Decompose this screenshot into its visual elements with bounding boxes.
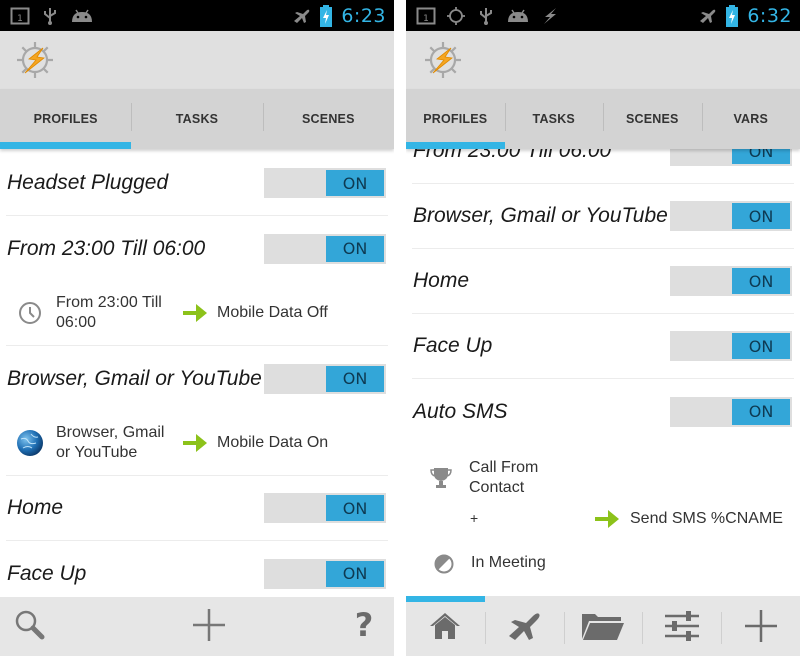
context-plus: + xyxy=(470,510,479,526)
profile-row-home[interactable]: Home ON xyxy=(412,249,794,314)
arrow-right-icon xyxy=(182,432,208,454)
arrow-right-icon xyxy=(594,508,620,530)
profile-row-auto-sms[interactable]: Auto SMS ON xyxy=(412,379,794,444)
nav-variables-button[interactable] xyxy=(642,596,721,656)
tab-scenes[interactable]: SCENES xyxy=(603,89,702,149)
tasker-icon[interactable] xyxy=(422,39,464,81)
profile-toggle[interactable]: ON xyxy=(264,233,386,264)
battery-charging-icon xyxy=(725,5,739,27)
profile-toggle[interactable]: ON xyxy=(264,168,386,198)
battery-charging-icon xyxy=(319,5,333,27)
nav-airplane-button[interactable] xyxy=(484,596,564,656)
phone-screen-right: 6:32 PROFILES TASKS SCENES VARS From 23:… xyxy=(406,0,800,656)
profile-row-time[interactable]: From 23:00 Till 06:00 ON xyxy=(6,216,388,281)
context-label[interactable]: Call From Contact xyxy=(469,458,579,498)
globe-app-icon xyxy=(17,430,43,456)
profile-detail-time[interactable]: From 23:00 Till 06:00 Mobile Data Off xyxy=(6,281,388,346)
profile-name: Browser, Gmail or YouTube xyxy=(413,204,668,227)
search-icon xyxy=(15,610,45,640)
context-label[interactable]: In Meeting xyxy=(471,554,546,572)
task-label[interactable]: Mobile Data On xyxy=(217,434,328,452)
profile-toggle[interactable]: ON xyxy=(670,266,792,296)
home-icon xyxy=(430,613,461,639)
arrow-right-icon xyxy=(182,302,208,324)
tab-tasks[interactable]: TASKS xyxy=(131,89,262,149)
tab-profiles[interactable]: PROFILES xyxy=(406,89,505,149)
profile-name: Face Up xyxy=(413,334,493,357)
profile-row-browser[interactable]: Browser, Gmail or YouTube ON xyxy=(6,346,388,411)
profile-toggle[interactable]: ON xyxy=(670,201,792,231)
status-time: 6:23 xyxy=(341,4,386,27)
help-icon: ? xyxy=(354,606,374,644)
action-bar xyxy=(0,31,394,89)
context-label[interactable]: Browser, Gmail or YouTube xyxy=(56,423,178,463)
plus-icon xyxy=(744,610,777,642)
half-circle-icon xyxy=(434,554,454,574)
profile-toggle[interactable]: ON xyxy=(264,558,386,589)
profile-row-face-up[interactable]: Face Up ON xyxy=(412,314,794,379)
profile-detail-auto-sms[interactable]: Call From Contact + Send SMS %CNAME In M… xyxy=(412,444,794,594)
airplane-mode-icon xyxy=(291,6,311,26)
profile-list: Headset Plugged ON From 23:00 Till 06:00… xyxy=(0,151,394,606)
profile-toggle[interactable]: ON xyxy=(670,396,792,427)
profile-list: From 23:00 Till 06:00 ON Browser, Gmail … xyxy=(406,119,800,594)
profile-toggle[interactable]: ON xyxy=(264,493,386,523)
profile-toggle[interactable]: ON xyxy=(670,331,792,361)
profile-row-headset-plugged[interactable]: Headset Plugged ON xyxy=(6,151,388,216)
add-button[interactable] xyxy=(189,605,229,645)
profile-name: Home xyxy=(413,269,470,292)
profile-toggle[interactable]: ON xyxy=(264,363,386,394)
airplane-icon xyxy=(509,613,540,640)
task-label[interactable]: Send SMS %CNAME xyxy=(630,510,783,528)
tab-scenes[interactable]: SCENES xyxy=(262,89,394,149)
nav-folder-button[interactable] xyxy=(563,596,643,656)
tasker-icon[interactable] xyxy=(14,39,56,81)
profile-row-home[interactable]: Home ON xyxy=(6,476,388,541)
nav-add-button[interactable] xyxy=(721,596,800,656)
calendar-icon xyxy=(10,6,30,26)
profile-name: From 23:00 Till 06:00 xyxy=(7,236,206,260)
profile-name: Home xyxy=(7,496,64,519)
tab-vars[interactable]: VARS xyxy=(701,89,800,149)
phone-screen-left: 6:23 PROFILES TASKS SCENES Headset Plugg… xyxy=(0,0,394,656)
tab-profiles[interactable]: PROFILES xyxy=(0,89,132,149)
profile-name: Browser, Gmail or YouTube xyxy=(7,366,262,390)
profile-name: Face Up xyxy=(7,561,87,585)
action-bar xyxy=(406,31,800,89)
android-debug-icon xyxy=(70,6,94,26)
nav-home-button[interactable] xyxy=(406,596,485,656)
tasker-bolt-icon xyxy=(540,6,560,26)
bottom-nav xyxy=(406,596,800,656)
status-bar: 6:32 xyxy=(406,0,800,31)
bottom-bar: ? xyxy=(0,597,394,656)
search-button[interactable] xyxy=(10,605,50,645)
tab-tasks[interactable]: TASKS xyxy=(504,89,604,149)
profile-row-browser[interactable]: Browser, Gmail or YouTube ON xyxy=(412,184,794,249)
android-debug-icon xyxy=(506,6,530,26)
status-bar: 6:23 xyxy=(0,0,394,31)
status-time: 6:32 xyxy=(747,4,792,27)
folder-icon xyxy=(581,614,624,640)
trophy-icon xyxy=(430,468,452,488)
profile-name: Auto SMS xyxy=(413,399,508,423)
clock-icon xyxy=(19,302,41,324)
usb-icon xyxy=(40,6,60,26)
profile-name: Headset Plugged xyxy=(7,171,169,194)
calendar-icon xyxy=(416,6,436,26)
tab-bar: PROFILES TASKS SCENES VARS xyxy=(406,89,800,149)
profile-detail-browser[interactable]: Browser, Gmail or YouTube Mobile Data On xyxy=(6,411,388,476)
usb-icon xyxy=(476,6,496,26)
sliders-icon xyxy=(664,611,699,641)
gps-icon xyxy=(446,6,466,26)
tab-bar: PROFILES TASKS SCENES xyxy=(0,89,394,149)
help-button[interactable]: ? xyxy=(344,605,384,645)
plus-icon xyxy=(193,609,225,641)
context-label[interactable]: From 23:00 Till 06:00 xyxy=(56,293,178,333)
task-label[interactable]: Mobile Data Off xyxy=(217,304,328,322)
airplane-mode-icon xyxy=(697,6,717,26)
